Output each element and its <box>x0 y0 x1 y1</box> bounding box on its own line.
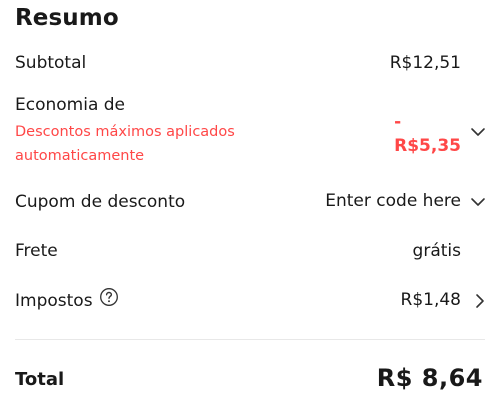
chevron-right-icon[interactable] <box>472 293 488 309</box>
coupon-label: Cupom de desconto <box>15 192 186 212</box>
savings-note: Descontos máximos aplicados automaticame… <box>15 124 235 164</box>
shipping-value: grátis <box>412 241 461 261</box>
order-summary: Resumo Subtotal R$12,51 Economia de Desc… <box>0 0 500 404</box>
total-label: Total <box>15 369 65 390</box>
summary-title: Resumo <box>15 5 119 31</box>
chevron-down-icon[interactable] <box>470 124 486 140</box>
question-circle-icon[interactable] <box>99 287 119 312</box>
total-value: R$ 8,64 <box>376 364 483 392</box>
savings-sign: - <box>394 112 402 132</box>
subtotal-value: R$12,51 <box>389 53 461 73</box>
coupon-code-input[interactable]: Enter code here <box>325 191 461 211</box>
taxes-value: R$1,48 <box>400 290 461 310</box>
chevron-down-icon[interactable] <box>470 194 486 210</box>
shipping-label: Frete <box>15 241 58 261</box>
savings-value: - R$5,35 <box>394 110 461 158</box>
taxes-label: Impostos <box>15 291 93 311</box>
savings-amount: R$5,35 <box>394 136 461 156</box>
savings-label: Economia de <box>15 95 126 115</box>
subtotal-label: Subtotal <box>15 53 87 73</box>
taxes-label-row: Impostos <box>15 287 119 312</box>
summary-divider <box>15 339 485 340</box>
